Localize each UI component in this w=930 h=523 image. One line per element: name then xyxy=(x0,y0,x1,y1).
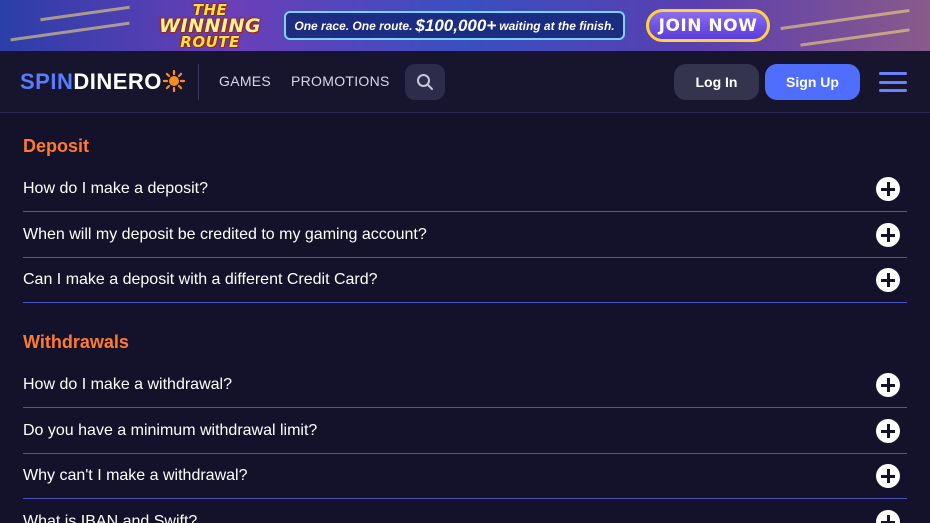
search-icon xyxy=(417,74,433,90)
logo-text-dinero: DINERO xyxy=(73,69,162,94)
banner-logo-line: ROUTE xyxy=(180,32,240,51)
faq-question: How do I make a deposit? xyxy=(23,180,208,197)
plus-circle-icon[interactable] xyxy=(876,223,900,247)
faq-item[interactable]: What is IBAN and Swift? xyxy=(23,499,907,523)
signup-button[interactable]: Sign Up xyxy=(765,64,860,100)
login-button[interactable]: Log In xyxy=(674,64,759,100)
plus-circle-icon[interactable] xyxy=(876,419,900,443)
faq-item[interactable]: When will my deposit be credited to my g… xyxy=(23,212,907,258)
section-title-deposit: Deposit xyxy=(23,136,90,156)
faq-question: How do I make a withdrawal? xyxy=(23,376,232,393)
promo-banner[interactable]: THE WINNING ROUTE One race. One route. $… xyxy=(0,0,930,51)
search-button[interactable] xyxy=(405,64,445,100)
plus-circle-icon[interactable] xyxy=(876,464,900,488)
faq-item[interactable]: How do I make a deposit? xyxy=(23,166,907,212)
nav-promotions[interactable]: PROMOTIONS xyxy=(291,73,390,89)
tagline-text: waiting at the finish. xyxy=(499,18,615,33)
plus-circle-icon[interactable] xyxy=(876,177,900,201)
hamburger-menu-icon[interactable] xyxy=(879,72,907,92)
faq-item[interactable]: Why can't I make a withdrawal? xyxy=(23,453,907,499)
tagline-text: One race. One route. xyxy=(294,18,413,33)
light-streak xyxy=(800,28,910,47)
section-title-withdrawals: Withdrawals xyxy=(23,332,129,352)
light-streak xyxy=(780,8,910,31)
light-streak xyxy=(40,5,130,22)
logo-text-spin: SPIN xyxy=(20,69,74,94)
winning-route-logo: THE WINNING ROUTE xyxy=(150,0,270,51)
banner-tagline: One race. One route. $100,000+ waiting a… xyxy=(284,11,625,40)
faq-item[interactable]: Do you have a minimum withdrawal limit? xyxy=(23,408,907,454)
spindinero-logo[interactable]: SPIN DINERO xyxy=(20,69,185,95)
banner-logo-line: WINNING xyxy=(159,14,261,37)
faq-question: Do you have a minimum withdrawal limit? xyxy=(23,422,318,439)
faq-question: Can I make a deposit with a different Cr… xyxy=(23,271,378,288)
join-now-button[interactable]: JOIN NOW xyxy=(646,9,770,42)
menu-bar xyxy=(879,89,907,92)
faq-item[interactable]: How do I make a withdrawal? xyxy=(23,362,907,408)
menu-bar xyxy=(879,80,907,84)
prize-amount: $100,000+ xyxy=(415,15,497,35)
faq-question: When will my deposit be credited to my g… xyxy=(23,226,427,243)
faq-question: What is IBAN and Swift? xyxy=(23,513,198,523)
light-streak xyxy=(10,21,130,42)
plus-circle-icon[interactable] xyxy=(876,373,900,397)
plus-circle-icon[interactable] xyxy=(876,510,900,523)
faq-question: Why can't I make a withdrawal? xyxy=(23,467,248,484)
site-header: SPIN DINERO GAMES PROMOTIONS Log In Sign… xyxy=(0,51,930,113)
faq-item[interactable]: Can I make a deposit with a different Cr… xyxy=(23,257,907,303)
menu-bar xyxy=(879,72,907,75)
nav-games[interactable]: GAMES xyxy=(219,73,271,89)
header-divider xyxy=(198,64,199,100)
plus-circle-icon[interactable] xyxy=(876,268,900,292)
sun-icon xyxy=(162,70,185,92)
